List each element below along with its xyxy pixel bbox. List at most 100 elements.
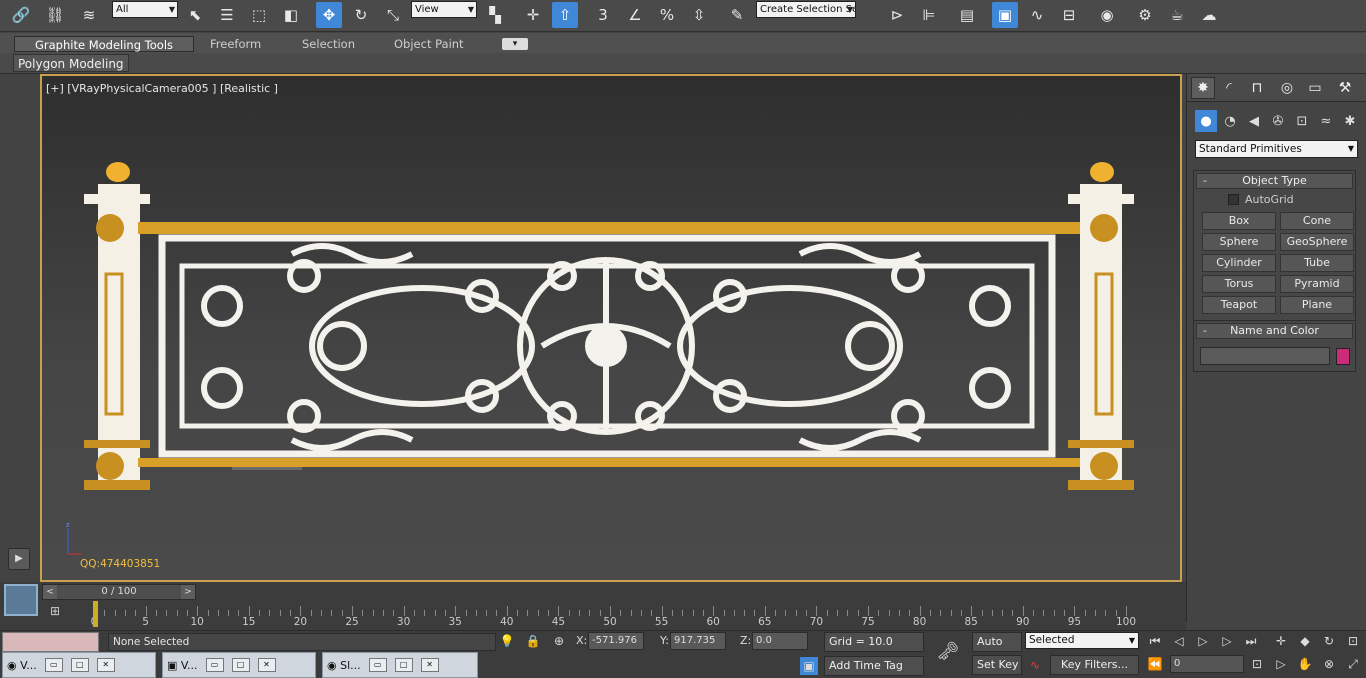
schematic-icon[interactable]: ⊟ [1056, 2, 1082, 28]
curve-editor-icon[interactable]: ∿ [1024, 2, 1050, 28]
angle-snap-icon[interactable]: ∠ [622, 2, 648, 28]
teapot-button[interactable]: Teapot [1202, 296, 1276, 314]
manipulate-icon[interactable]: ✛ [520, 2, 546, 28]
lock-icon[interactable]: 🔒 [524, 632, 542, 650]
window-crossing-icon[interactable]: ◧ [278, 2, 304, 28]
set-key-icon[interactable]: 🗝 [930, 636, 966, 666]
zoom-extents-icon[interactable]: ▷ [1272, 655, 1290, 673]
ribbon-options-icon[interactable]: ▾ [502, 38, 528, 50]
tab-graphite-modeling-tools[interactable]: Graphite Modeling Tools [14, 36, 195, 52]
material-editor-icon[interactable]: ◉ [1094, 2, 1120, 28]
auto-key-button[interactable]: Auto Key [972, 632, 1022, 666]
tab-freeform[interactable]: Freeform [210, 36, 261, 52]
primitive-category-dropdown[interactable]: Standard Primitives [1195, 140, 1358, 158]
timeline-cursor[interactable] [93, 601, 98, 627]
name-color-header[interactable]: - Name and Color [1196, 323, 1353, 339]
tab-polygon-modeling[interactable]: Polygon Modeling [13, 54, 129, 72]
pan-icon[interactable]: ✋ [1296, 655, 1314, 673]
create-tab-icon[interactable]: ✸ [1191, 77, 1215, 99]
pyramid-button[interactable]: Pyramid [1280, 275, 1354, 293]
align-icon[interactable]: ⊫ [916, 2, 942, 28]
key-filters-button[interactable]: Key Filters... [1050, 655, 1139, 675]
x-coord-field[interactable]: -571.976 [588, 632, 644, 650]
systems-icon[interactable]: ✱ [1339, 110, 1361, 132]
rendered-frame-icon[interactable]: ☕ [1164, 2, 1190, 28]
move-icon[interactable]: ✥ [316, 2, 342, 28]
edit-named-sel-icon[interactable]: ✎ [724, 2, 750, 28]
hierarchy-tab-icon[interactable]: ⊓ [1245, 77, 1269, 99]
geosphere-button[interactable]: GeoSphere [1280, 233, 1354, 251]
key-mode-toggle-icon[interactable]: ⏪ [1146, 655, 1164, 673]
absolute-mode-icon[interactable]: ⊕ [550, 632, 568, 650]
geometry-icon[interactable]: ● [1195, 110, 1217, 132]
maxscript-listener[interactable] [2, 632, 99, 652]
time-config-icon[interactable]: ⊡ [1248, 655, 1266, 673]
unlink-icon[interactable]: ⛓ [42, 2, 68, 28]
render-icon[interactable]: ☁ [1196, 2, 1222, 28]
prev-frame-icon[interactable]: ◁ [1170, 632, 1188, 650]
isolate-icon[interactable]: 💡 [498, 632, 516, 650]
use-pivot-icon[interactable]: ▚ [482, 2, 508, 28]
next-frame-icon[interactable]: ▷ [1218, 632, 1236, 650]
torus-button[interactable]: Torus [1202, 275, 1276, 293]
mini-listener-thumbnail[interactable] [4, 584, 38, 616]
named-selection-dropdown[interactable]: Create Selection Se [756, 1, 856, 18]
select-object-icon[interactable]: ⬉ [182, 2, 208, 28]
plane-button[interactable]: Plane [1280, 296, 1354, 314]
key-curve-icon[interactable]: ∿ [1026, 656, 1044, 674]
time-slider-left-icon[interactable]: < [43, 585, 57, 599]
mirror-icon[interactable]: ⊳ [884, 2, 910, 28]
cone-button[interactable]: Cone [1280, 212, 1354, 230]
orbit-icon[interactable]: ↻ [1320, 632, 1338, 650]
bind-spacewarp-icon[interactable]: ≋ [76, 2, 102, 28]
time-slider-right-icon[interactable]: > [181, 585, 195, 599]
tab-object-paint[interactable]: Object Paint [394, 36, 464, 52]
restore-icon[interactable]: □ [394, 658, 413, 672]
restore-icon[interactable]: □ [231, 658, 250, 672]
close-icon[interactable]: ✕ [420, 658, 439, 672]
spacewarps-icon[interactable]: ≈ [1315, 110, 1337, 132]
utilities-tab-icon[interactable]: ⚒ [1333, 77, 1357, 99]
object-type-header[interactable]: - Object Type [1196, 173, 1353, 189]
motion-tab-icon[interactable]: ◎ [1275, 77, 1299, 99]
frame-display[interactable]: 0 / 100 [57, 585, 181, 599]
snap-3-icon[interactable]: 3 [590, 2, 616, 28]
z-coord-field[interactable]: 0.0 [752, 632, 808, 650]
render-setup-icon[interactable]: ⚙ [1132, 2, 1158, 28]
selection-filter-dropdown[interactable]: All [112, 1, 178, 18]
goto-start-icon[interactable]: ⏮ [1146, 632, 1164, 650]
time-tag-icon[interactable]: ▣ [800, 657, 818, 675]
link-icon[interactable]: 🔗 [8, 2, 34, 28]
select-by-name-icon[interactable]: ☰ [214, 2, 240, 28]
reference-coord-dropdown[interactable]: View [411, 1, 477, 18]
lights-icon[interactable]: ◀ [1243, 110, 1265, 132]
autogrid-option[interactable]: AutoGrid [1194, 191, 1355, 208]
keyboard-shortcut-icon[interactable]: ⇧ [552, 2, 578, 28]
modify-tab-icon[interactable]: ◜ [1217, 77, 1241, 99]
orbit-subobject-icon[interactable]: ⊗ [1320, 655, 1338, 673]
play-icon[interactable]: ▷ [1194, 632, 1212, 650]
track-bar-icon[interactable]: ⊞ [50, 604, 70, 620]
restore-icon[interactable]: □ [70, 658, 89, 672]
goto-end-icon[interactable]: ⏭ [1242, 632, 1260, 650]
field-of-view-icon[interactable]: ⊡ [1344, 632, 1362, 650]
taskbar-item[interactable]: ▣ V... ▭ □ ✕ [162, 652, 316, 678]
layer-icon[interactable]: ▤ [954, 2, 980, 28]
autogrid-checkbox[interactable] [1228, 194, 1239, 205]
y-coord-field[interactable]: 917.735 [670, 632, 726, 650]
close-icon[interactable]: ✕ [96, 658, 115, 672]
add-time-tag[interactable]: Add Time Tag [824, 656, 924, 676]
percent-snap-icon[interactable]: % [654, 2, 680, 28]
object-color-swatch[interactable] [1336, 347, 1350, 365]
key-mode-dropdown[interactable]: Selected [1025, 632, 1139, 649]
timeline-track[interactable]: 0510152025303540455055606570758085909510… [42, 602, 1186, 628]
close-icon[interactable]: ✕ [257, 658, 276, 672]
helpers-icon[interactable]: ⊡ [1291, 110, 1313, 132]
minimize-icon[interactable]: ▭ [44, 658, 63, 672]
scene-explorer-icon[interactable]: ▣ [992, 2, 1018, 28]
cylinder-button[interactable]: Cylinder [1202, 254, 1276, 272]
zoom-icon[interactable]: ✛ [1272, 632, 1290, 650]
cameras-icon[interactable]: ✇ [1267, 110, 1289, 132]
time-slider[interactable]: < 0 / 100 > [42, 584, 196, 600]
current-frame-field[interactable]: 0 [1170, 655, 1244, 673]
